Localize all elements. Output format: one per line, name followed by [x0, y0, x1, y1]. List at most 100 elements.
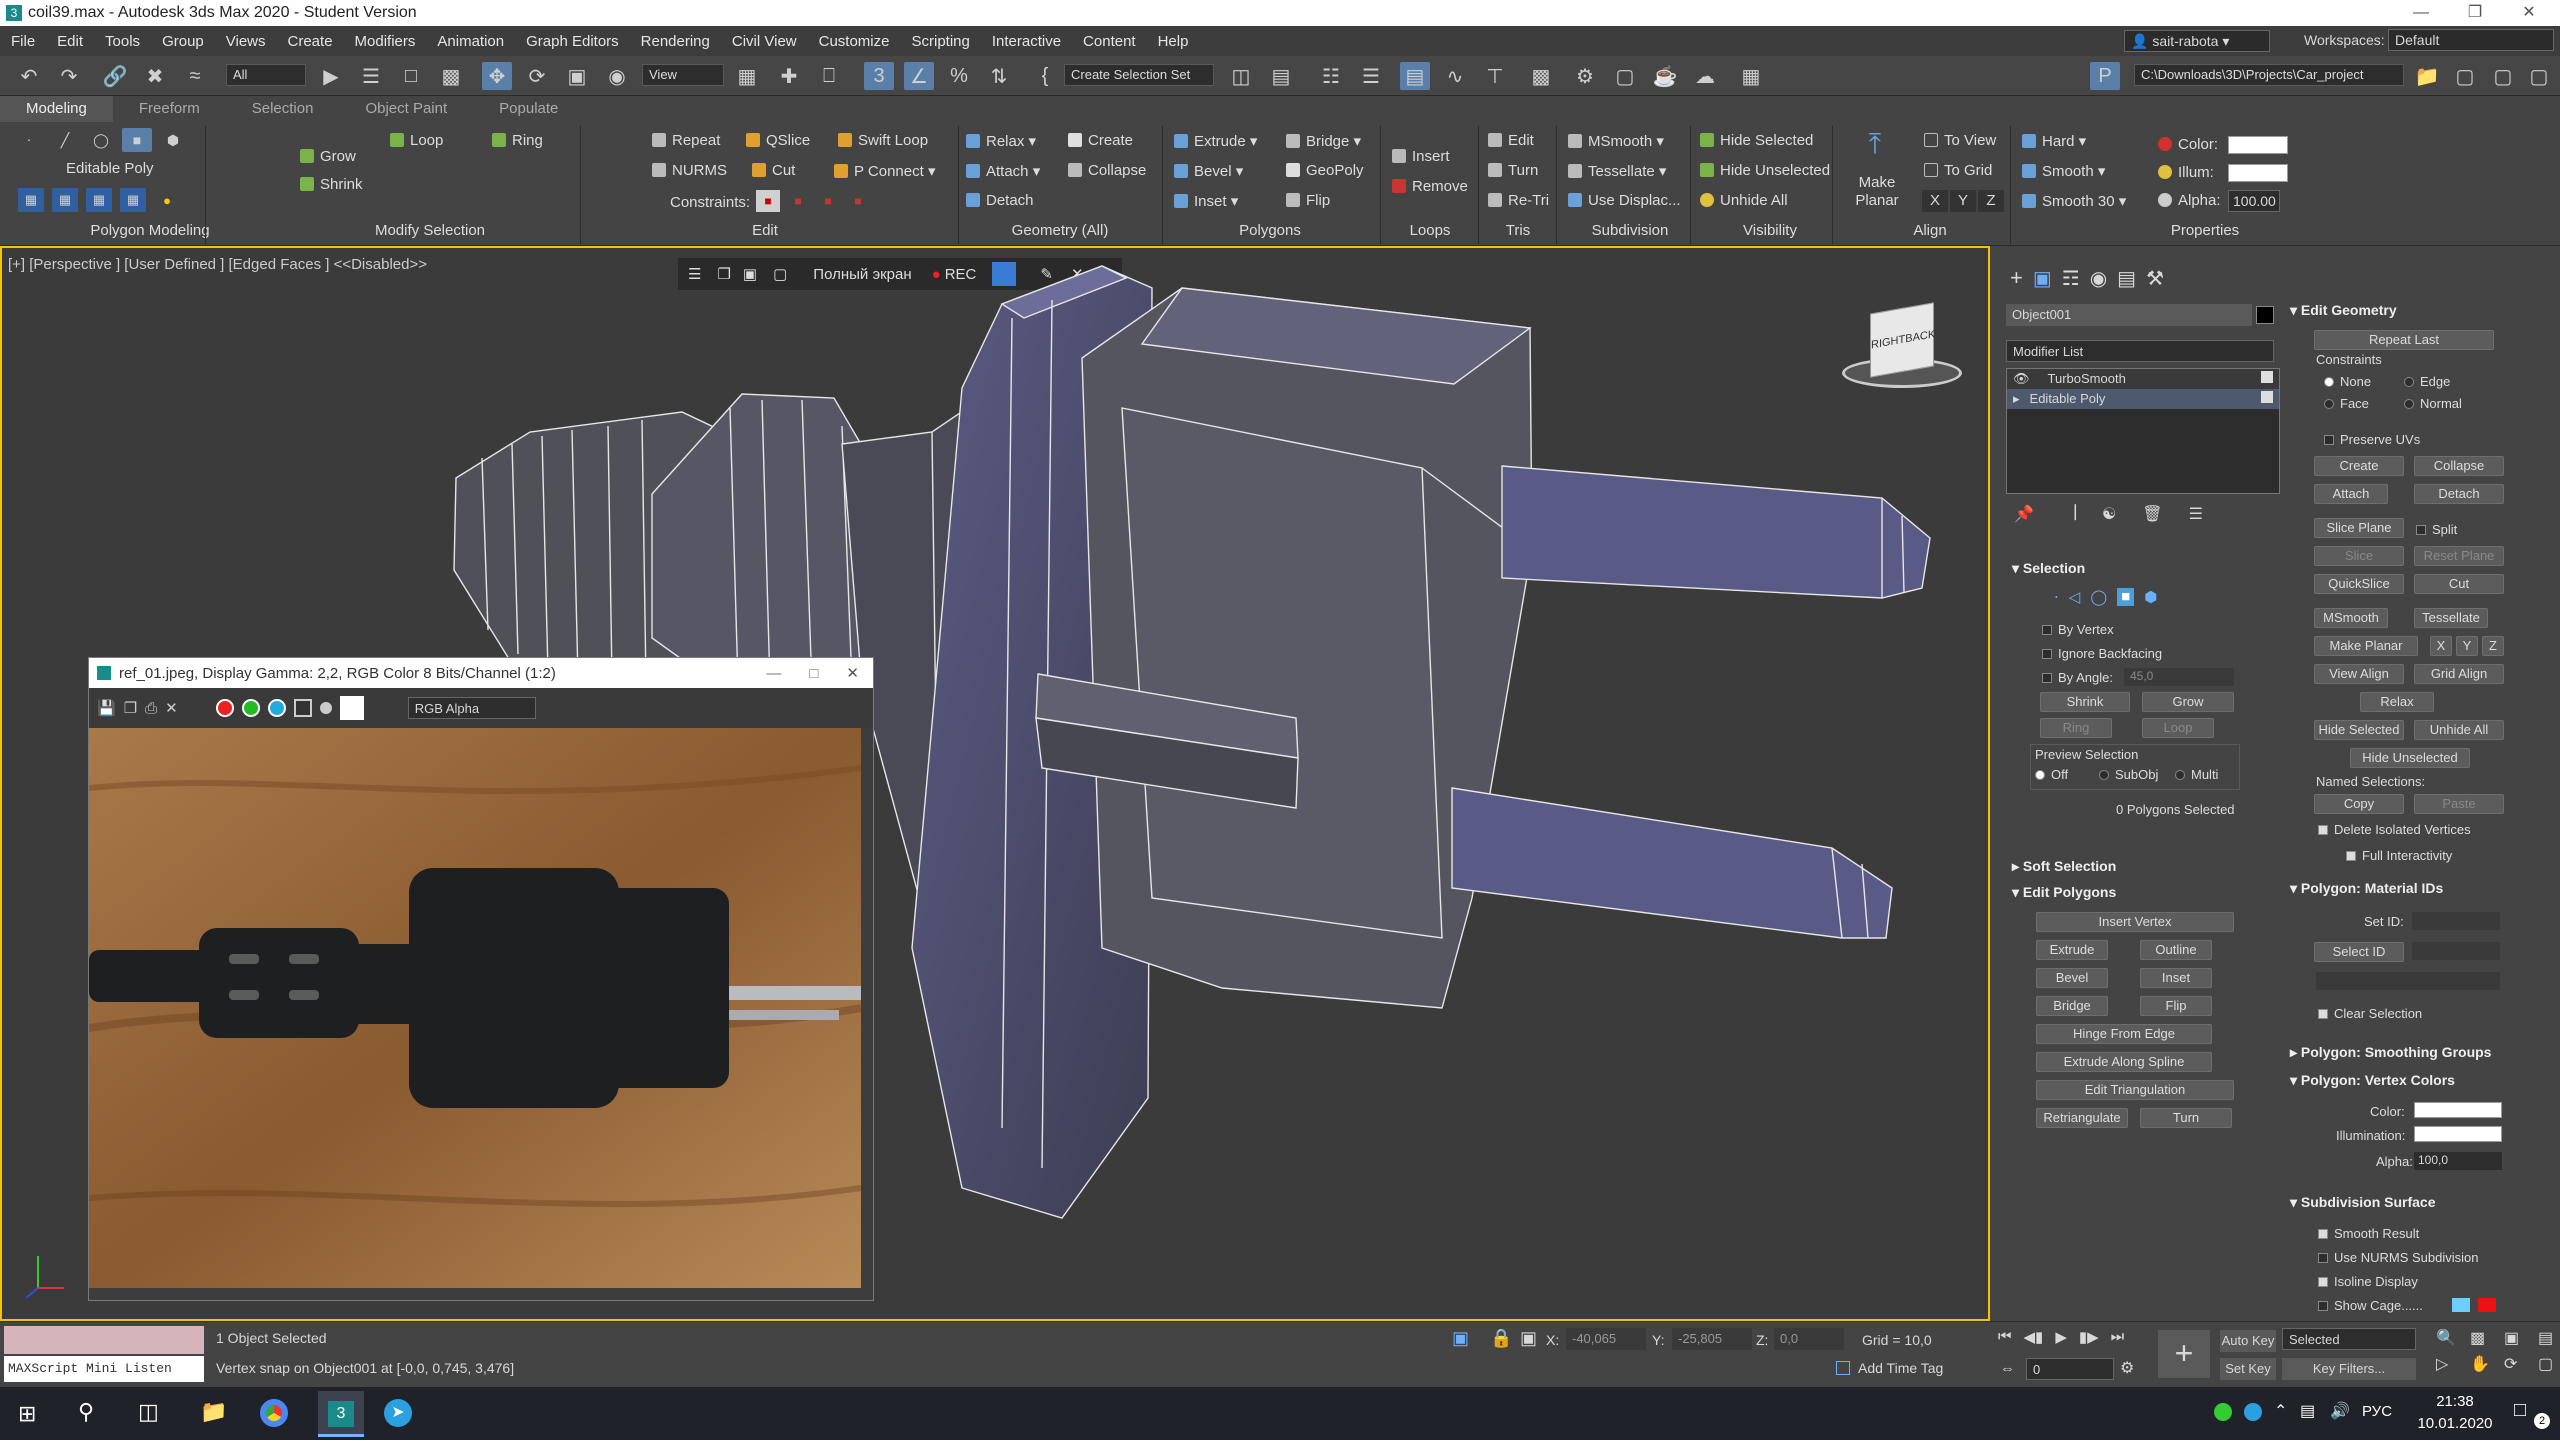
repeat-button[interactable]: Repeat	[652, 132, 720, 149]
menu-tools[interactable]: Tools	[94, 33, 151, 50]
unlink-icon[interactable]: ✖	[140, 62, 170, 90]
clear-icon[interactable]: ✕	[165, 699, 178, 717]
smooth-button[interactable]: Smooth ▾	[2022, 162, 2105, 180]
menu-rendering[interactable]: Rendering	[630, 33, 721, 50]
vc-color-swatch[interactable]	[2414, 1102, 2502, 1118]
by-angle-icon[interactable]: ▦	[86, 188, 112, 212]
cage-color-swatch-2[interactable]	[2478, 1298, 2496, 1312]
x-coord-field[interactable]: -40,065	[1566, 1328, 1646, 1350]
utilities-tab-icon[interactable]: ⚒	[2146, 266, 2164, 291]
menu-scripting[interactable]: Scripting	[900, 33, 980, 50]
select-manipulate-icon[interactable]: ✚	[774, 62, 804, 90]
pan-icon[interactable]: ✋	[2470, 1354, 2498, 1374]
tessellate-geom-button[interactable]: Tessellate	[2414, 608, 2488, 628]
render-setup-icon[interactable]: ⚙	[1570, 62, 1600, 90]
vertex-colors-rollout-header[interactable]: ▾ Polygon: Vertex Colors	[2290, 1072, 2455, 1089]
border-mode-icon[interactable]: ◯	[86, 128, 116, 152]
menu-content[interactable]: Content	[1072, 33, 1147, 50]
constraint-face-icon[interactable]: ■	[816, 190, 840, 212]
hide-selected-geom-button[interactable]: Hide Selected	[2314, 720, 2404, 740]
select-id-spinner[interactable]	[2412, 942, 2500, 960]
viewcube-back-face[interactable]: BACK	[1905, 328, 1935, 345]
render-production-icon[interactable]: ☕	[1650, 62, 1680, 90]
edge-mode-icon[interactable]: ╱	[50, 128, 80, 152]
preview-multi-radio[interactable]: Multi	[2175, 767, 2218, 782]
object-name-field[interactable]: Object001	[2006, 304, 2252, 326]
group-modify-selection[interactable]: Modify Selection	[330, 222, 530, 239]
rendered-frame-icon[interactable]: ▢	[1610, 62, 1640, 90]
menu-modifiers[interactable]: Modifiers	[344, 33, 427, 50]
show-cage-icon[interactable]: ▦	[120, 188, 146, 212]
vertex-mode-icon[interactable]: ⋅	[14, 128, 44, 152]
workspace-icon-2[interactable]: ▢	[2488, 62, 2518, 90]
save-image-icon[interactable]: 💾	[97, 699, 116, 717]
edit-tri-button[interactable]: Edit	[1488, 132, 1534, 149]
insert-loop-button[interactable]: Insert	[1392, 148, 1450, 165]
maximize-viewport-icon[interactable]: ▢	[2538, 1354, 2560, 1374]
lock-selection-icon[interactable]: 🔒	[1490, 1328, 1512, 1349]
viewcube-right-face[interactable]: RIGHT	[1871, 333, 1905, 351]
menu-customize[interactable]: Customize	[808, 33, 901, 50]
inset-button[interactable]: Inset ▾	[1174, 192, 1238, 210]
bridge-poly-button[interactable]: Bridge	[2036, 996, 2108, 1016]
tray-telegram-icon[interactable]	[2244, 1403, 2262, 1421]
constraint-face-radio[interactable]: Face	[2324, 396, 2369, 411]
unhide-all-button[interactable]: Unhide All	[1700, 192, 1788, 209]
group-loops[interactable]: Loops	[1390, 222, 1470, 239]
illum-swatch[interactable]	[2228, 164, 2288, 182]
hide-selected-button[interactable]: Hide Selected	[1700, 132, 1813, 149]
constraint-normal-radio[interactable]: Normal	[2404, 396, 2462, 411]
clock-date[interactable]: 10.01.2020	[2410, 1415, 2500, 1432]
project-folder-icon[interactable]: 📁	[2412, 62, 2442, 90]
ring-sel-button[interactable]: Ring	[2040, 718, 2112, 738]
msmooth-geom-button[interactable]: MSmooth	[2314, 608, 2388, 628]
material-ids-rollout-header[interactable]: ▾ Polygon: Material IDs	[2290, 880, 2443, 897]
ribbon-toggle-icon[interactable]: ▤	[1400, 62, 1430, 90]
edit-named-sets-icon[interactable]: {	[1030, 62, 1060, 90]
set-key-large-icon[interactable]: +	[2158, 1330, 2210, 1378]
copy-named-button[interactable]: Copy	[2314, 794, 2404, 814]
render-cloud-icon[interactable]: ☁	[1690, 62, 1720, 90]
bridge-button[interactable]: Bridge ▾	[1286, 132, 1361, 150]
collapse-button[interactable]: Collapse	[1068, 162, 1146, 179]
group-polygons[interactable]: Polygons	[1210, 222, 1330, 239]
preview-off-radio[interactable]: Off	[2035, 767, 2068, 782]
menu-edit[interactable]: Edit	[46, 33, 94, 50]
redo-icon[interactable]: ↷	[54, 62, 84, 90]
vc-alpha-spinner[interactable]: 100,0	[2414, 1152, 2502, 1170]
next-frame-icon[interactable]: ▮▶	[2079, 1328, 2099, 1346]
group-polygon-modeling[interactable]: Polygon Modeling	[60, 222, 240, 239]
group-edit[interactable]: Edit	[700, 222, 830, 239]
color-swatch[interactable]	[2228, 136, 2288, 154]
hide-unselected-button[interactable]: Hide Unselected	[1700, 162, 1830, 179]
menu-graph-editors[interactable]: Graph Editors	[515, 33, 630, 50]
rotate-icon[interactable]: ⟳	[522, 62, 552, 90]
auto-key-button[interactable]: Auto Key	[2220, 1330, 2276, 1352]
alpha-spinner[interactable]: 100.00	[2228, 190, 2280, 212]
a360-gallery-icon[interactable]: ▦	[1736, 62, 1766, 90]
constraint-edge-icon[interactable]: ■	[786, 190, 810, 212]
planar-z-button[interactable]: Z	[2482, 636, 2504, 656]
create-tab-icon[interactable]: +	[2010, 265, 2023, 291]
y-coord-field[interactable]: -25,805	[1672, 1328, 1752, 1350]
use-displacement-button[interactable]: Use Displac...	[1568, 192, 1681, 209]
bevel-poly-button[interactable]: Bevel	[2036, 968, 2108, 988]
show-cage-checkbox[interactable]: Show Cage......	[2318, 1298, 2423, 1313]
detach-geom-button[interactable]: Detach	[2414, 484, 2504, 504]
hierarchy-tab-icon[interactable]: ☶	[2062, 266, 2080, 291]
close-button[interactable]: ✕	[2502, 0, 2556, 26]
make-planar-icon[interactable]: ⤒	[1860, 128, 1890, 168]
create-button[interactable]: Create	[1068, 132, 1133, 149]
sel-element-icon[interactable]: ⬢	[2144, 588, 2157, 606]
monochrome-icon[interactable]	[293, 699, 312, 717]
menu-views[interactable]: Views	[215, 33, 277, 50]
key-mode-toggle-icon[interactable]: ⇔	[2000, 1360, 2015, 1377]
volume-icon[interactable]: 🔊	[2330, 1401, 2350, 1421]
msmooth-button[interactable]: MSmooth ▾	[1568, 132, 1664, 150]
task-view-icon[interactable]: ◫	[138, 1399, 159, 1425]
tab-freeform[interactable]: Freeform	[113, 96, 226, 122]
ignore-backface-icon[interactable]: ▦	[52, 188, 78, 212]
attach-geom-button[interactable]: Attach	[2314, 484, 2388, 504]
maxscript-mini-listener[interactable]: MAXScript Mini Listen	[4, 1356, 204, 1382]
relax-button[interactable]: Relax ▾	[966, 132, 1036, 150]
